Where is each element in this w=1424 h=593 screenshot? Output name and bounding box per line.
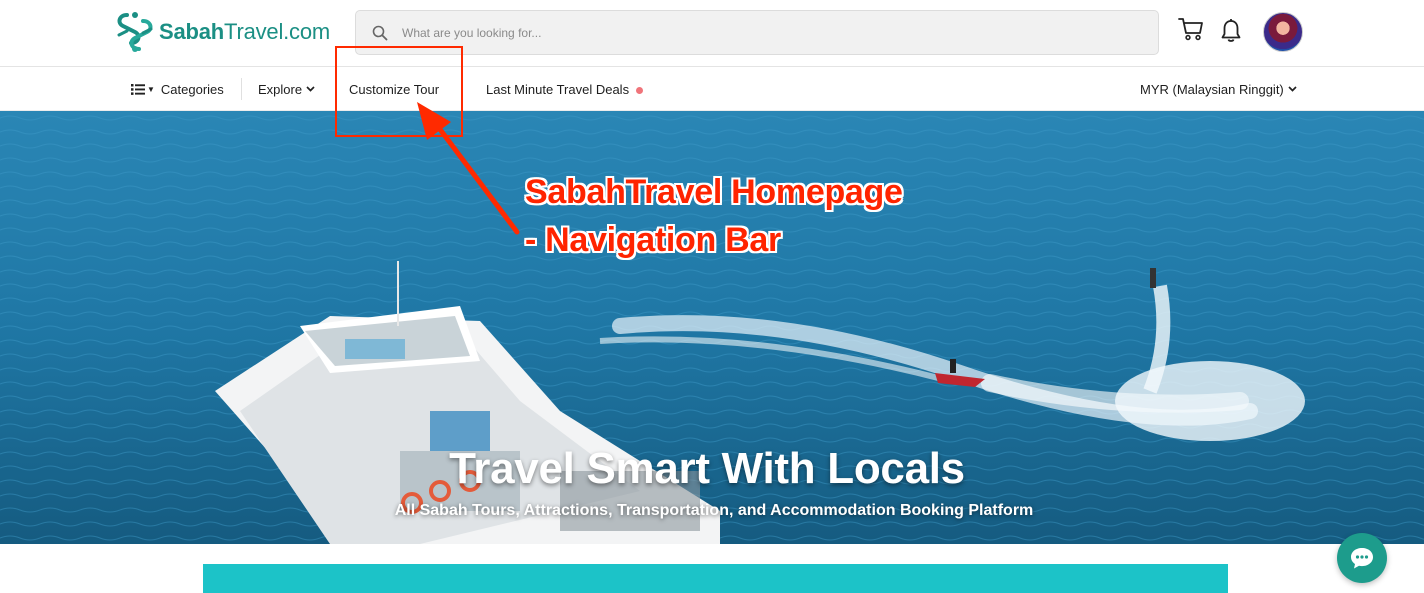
bell-icon[interactable] bbox=[1220, 18, 1242, 44]
user-avatar[interactable] bbox=[1263, 12, 1303, 52]
site-logo[interactable]: SabahTravel.com bbox=[113, 9, 330, 55]
top-header: SabahTravel.com bbox=[0, 0, 1424, 67]
nav-divider bbox=[241, 78, 242, 100]
teal-banner-strip bbox=[203, 564, 1228, 593]
navigation-bar: ▼ Categories Explore Customize Tour Last… bbox=[0, 67, 1424, 111]
currency-label: MYR (Malaysian Ringgit) bbox=[1140, 81, 1284, 97]
chat-icon bbox=[1351, 548, 1373, 569]
cart-icon[interactable] bbox=[1178, 17, 1204, 41]
deal-indicator-dot bbox=[636, 86, 644, 94]
hero-subtitle: All Sabah Tours, Attractions, Transporta… bbox=[394, 502, 1034, 519]
search-bar[interactable] bbox=[355, 10, 1159, 55]
nav-explore[interactable]: Explore bbox=[258, 67, 315, 111]
logo-text: SabahTravel.com bbox=[159, 19, 331, 44]
currency-selector[interactable]: MYR (Malaysian Ringgit) bbox=[1140, 67, 1297, 111]
hero-title: Travel Smart With Locals bbox=[449, 444, 965, 493]
logo-mark-icon bbox=[117, 12, 153, 52]
annotation-label-line2: - Navigation Bar bbox=[525, 221, 781, 259]
nav-categories[interactable]: ▼ Categories bbox=[131, 67, 224, 111]
search-input[interactable] bbox=[402, 25, 1102, 40]
caret-down-icon: ▼ bbox=[147, 84, 155, 94]
search-icon bbox=[372, 25, 388, 40]
nav-categories-label: Categories bbox=[160, 81, 224, 97]
list-icon bbox=[131, 83, 145, 95]
nav-explore-label: Explore bbox=[258, 81, 303, 97]
chevron-down-icon bbox=[306, 86, 315, 92]
annotation-label-line1: SabahTravel Homepage bbox=[525, 173, 903, 211]
annotation-arrow-icon bbox=[417, 102, 520, 235]
nav-last-minute-deals-label: Last Minute Travel Deals bbox=[486, 81, 630, 97]
chevron-down-icon bbox=[1288, 86, 1297, 92]
chat-button[interactable] bbox=[1337, 533, 1387, 583]
